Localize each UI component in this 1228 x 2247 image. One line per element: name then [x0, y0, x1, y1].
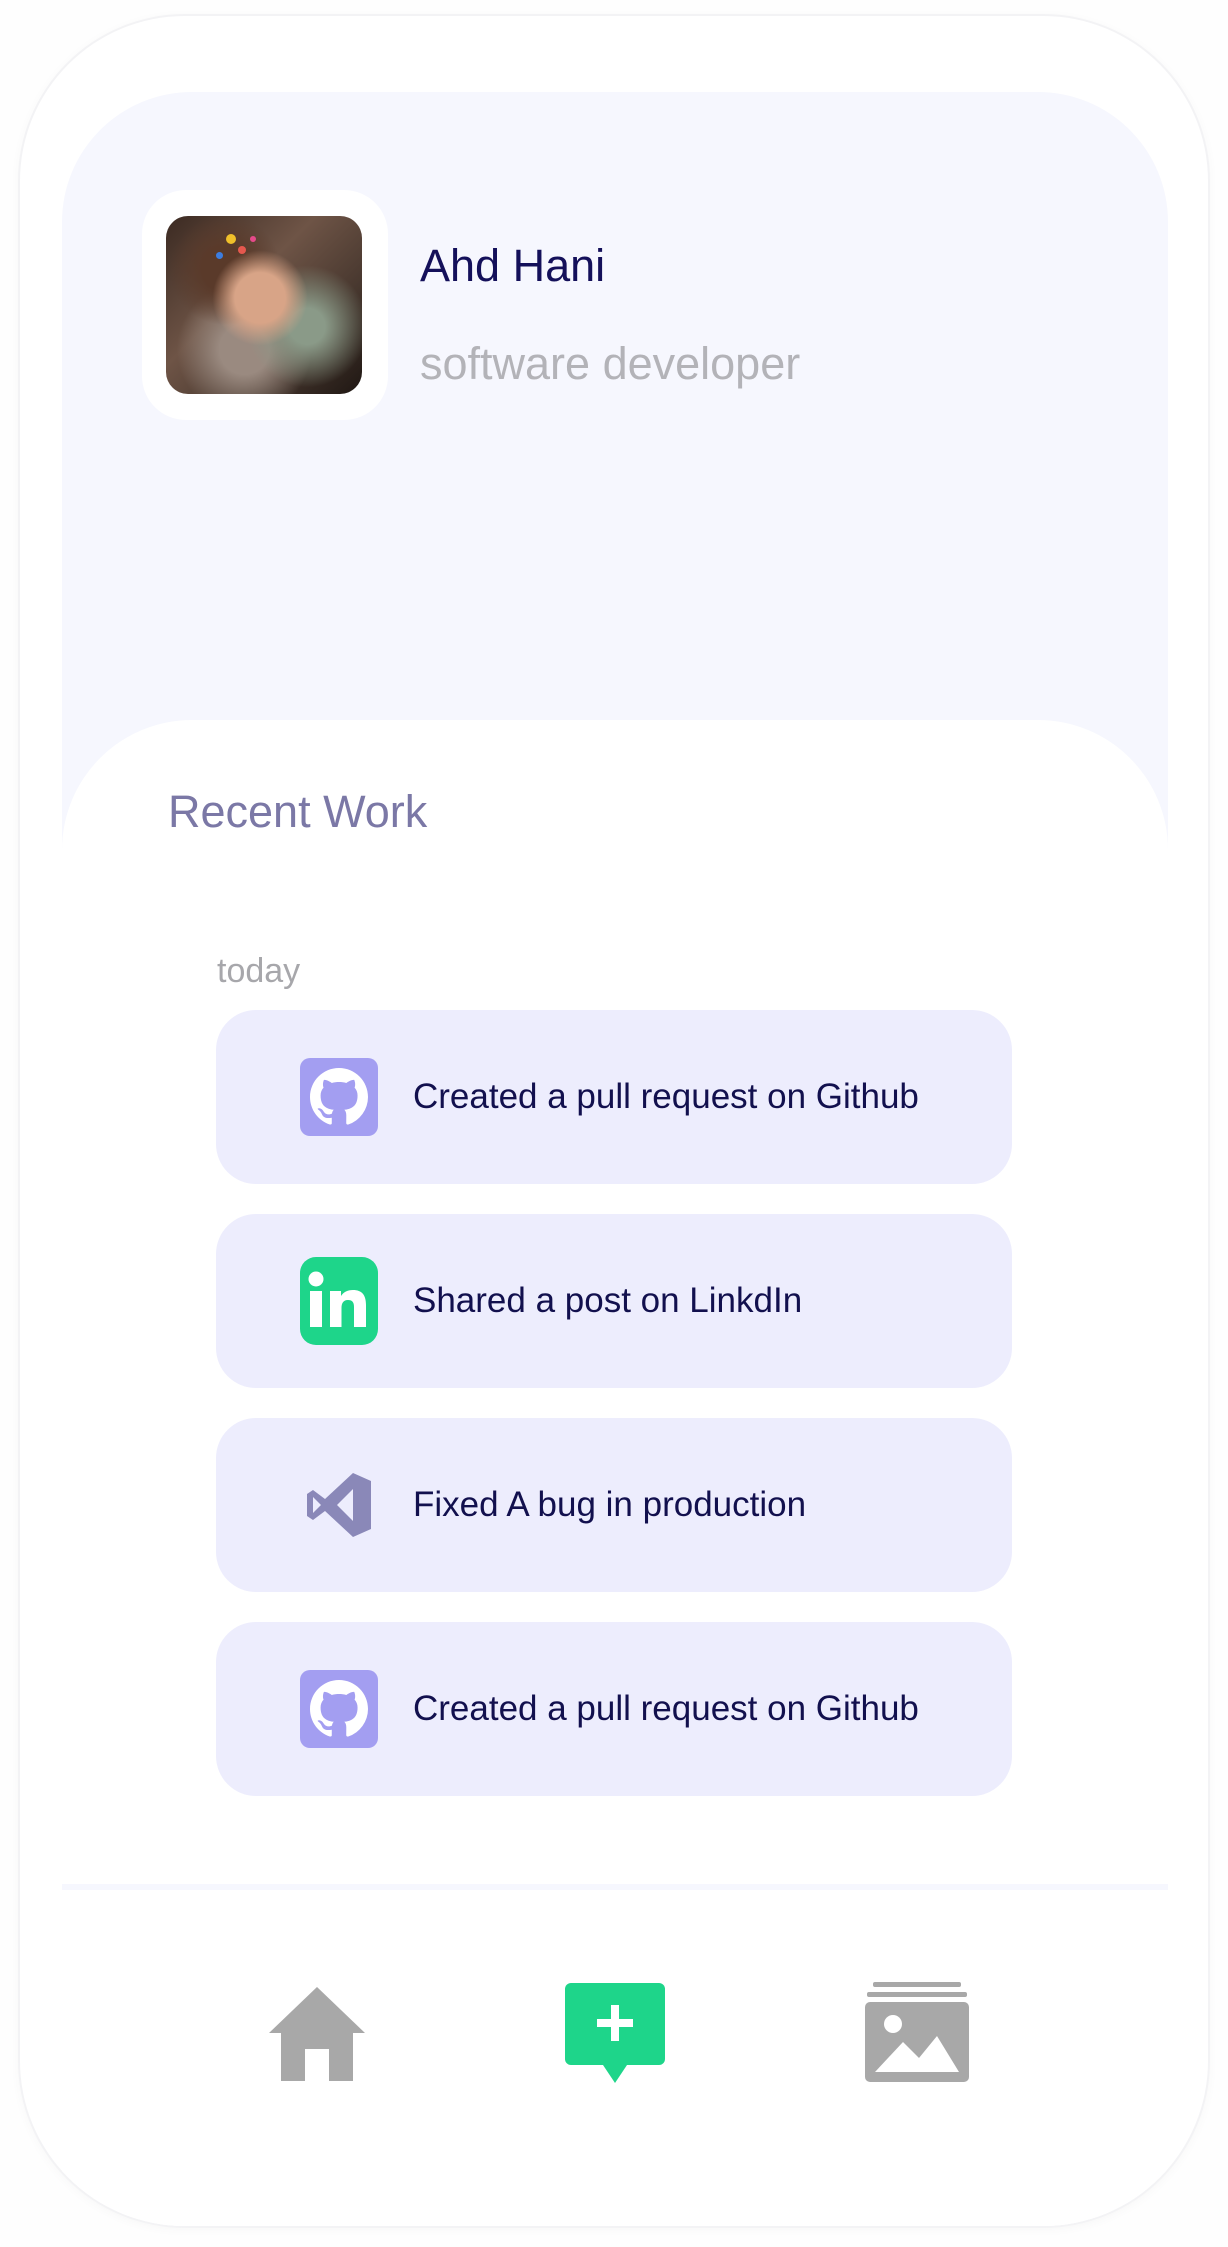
avatar[interactable] [166, 216, 362, 394]
activity-item[interactable]: Shared a post on LinkdIn [216, 1214, 1012, 1388]
linkedin-icon [300, 1257, 378, 1345]
gallery-icon[interactable] [862, 1978, 972, 2086]
home-icon[interactable] [262, 1980, 372, 2086]
activity-item[interactable]: Fixed A bug in production [216, 1418, 1012, 1592]
activity-label: Fixed A bug in production [413, 1485, 807, 1524]
add-post-icon[interactable] [562, 1980, 668, 2086]
activity-item[interactable]: Created a pull request on Github [216, 1622, 1012, 1796]
activity-item[interactable]: Created a pull request on Github [216, 1010, 1012, 1184]
section-title: Recent Work [168, 786, 428, 837]
profile-name: Ahd Hani [420, 240, 606, 291]
app-screen: Ahd Hani software developer Recent Work … [62, 92, 1168, 2226]
activity-label: Shared a post on LinkdIn [413, 1281, 803, 1320]
profile-role: software developer [420, 338, 801, 389]
vscode-icon [300, 1466, 378, 1544]
bottom-nav [62, 1884, 1168, 2226]
activity-label: Created a pull request on Github [413, 1077, 919, 1116]
avatar-frame [142, 190, 388, 420]
date-label: today [217, 952, 301, 990]
github-icon [300, 1058, 378, 1136]
activity-label: Created a pull request on Github [413, 1689, 919, 1728]
github-icon [300, 1670, 378, 1748]
phone-frame: Ahd Hani software developer Recent Work … [20, 16, 1208, 2226]
